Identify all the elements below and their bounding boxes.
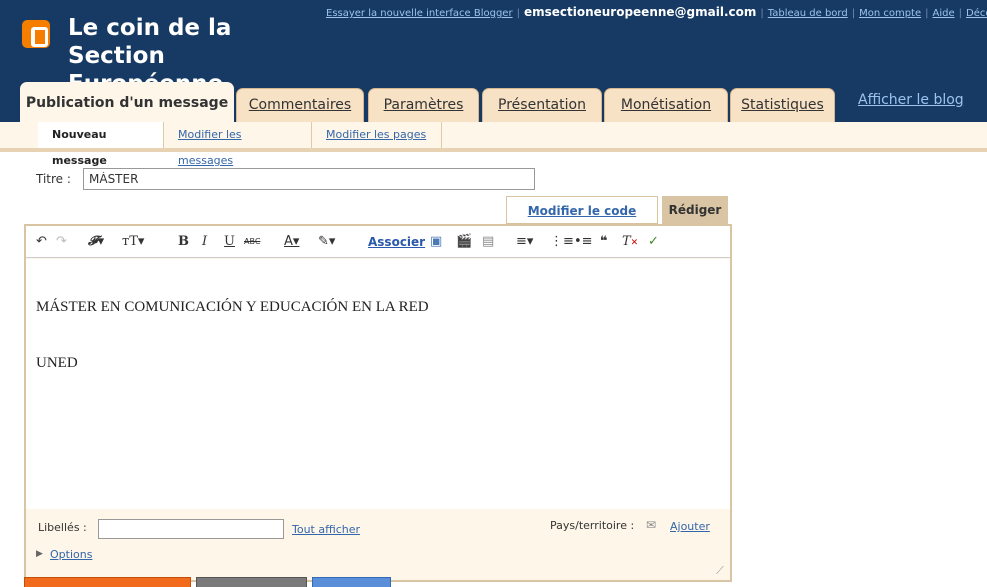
- preview-button[interactable]: [312, 577, 391, 587]
- separator: |: [851, 8, 856, 19]
- show-all-labels-link[interactable]: Tout afficher: [292, 523, 360, 536]
- spellcheck-icon[interactable]: ✓: [648, 232, 659, 252]
- separator: |: [760, 8, 764, 19]
- title-input[interactable]: [83, 168, 535, 190]
- image-icon[interactable]: ▣: [430, 232, 442, 252]
- top-navigation: Essayer la nouvelle interface Blogger | em…: [326, 5, 987, 19]
- italic-icon[interactable]: I: [202, 232, 207, 252]
- compose-tab[interactable]: Rédiger: [662, 196, 728, 224]
- jump-break-icon[interactable]: ▤: [482, 232, 494, 252]
- logout-link[interactable]: Décon: [966, 8, 987, 19]
- tab-monetize[interactable]: Monétisation: [604, 88, 728, 122]
- expand-arrow-icon[interactable]: ▶: [36, 549, 43, 559]
- text-color-icon[interactable]: A▾: [284, 232, 299, 252]
- tab-layout[interactable]: Présentation: [482, 88, 602, 122]
- video-icon[interactable]: 🎬: [456, 232, 472, 252]
- editor-body[interactable]: MÁSTER EN COMUNICACIÓN Y EDUCACIÓN EN LA…: [26, 259, 730, 509]
- separator: |: [516, 8, 520, 19]
- view-blog-link[interactable]: Afficher le blog: [858, 92, 964, 108]
- help-link[interactable]: Aide: [933, 8, 955, 19]
- blogger-logo-icon[interactable]: [22, 20, 50, 48]
- bold-icon[interactable]: B: [178, 232, 189, 252]
- subtab-edit-pages[interactable]: Modifier les pages: [312, 122, 442, 148]
- add-location-link[interactable]: Ajouter: [670, 520, 710, 533]
- font-icon[interactable]: 𝓕▾: [88, 232, 104, 252]
- underline-icon[interactable]: U: [224, 232, 235, 252]
- separator: |: [925, 8, 929, 19]
- clear-formatting-icon[interactable]: T✕: [622, 232, 638, 252]
- quote-icon[interactable]: ❝: [600, 232, 608, 252]
- subtabs: Nouveau message Modifier les messages Mo…: [0, 122, 987, 167]
- undo-icon[interactable]: ↶: [36, 232, 47, 252]
- link-button[interactable]: Associer: [368, 232, 425, 252]
- tab-posting[interactable]: Publication d'un message: [20, 82, 234, 122]
- user-email: emsectioneuropeenne@gmail.com: [523, 5, 757, 19]
- tab-settings[interactable]: Paramètres: [368, 88, 479, 122]
- post-editor: ↶ ↷ 𝓕▾ тT▾ B I U ABC A▾ ✎▾ Associer ▣ 🎬 …: [24, 224, 732, 582]
- align-icon[interactable]: ≡▾: [516, 232, 533, 252]
- country-label: Pays/territoire :: [550, 519, 635, 532]
- title-label: Titre :: [36, 172, 71, 186]
- font-size-icon[interactable]: тT▾: [122, 232, 144, 252]
- labels-input[interactable]: [98, 519, 284, 539]
- tab-stats[interactable]: Statistiques: [730, 88, 835, 122]
- location-icon: ✉: [646, 518, 657, 532]
- editor-toolbar: ↶ ↷ 𝓕▾ тT▾ B I U ABC A▾ ✎▾ Associer ▣ 🎬 …: [26, 226, 730, 258]
- dashboard-link[interactable]: Tableau de bord: [768, 8, 848, 19]
- main-tabs: Publication d'un message Commentaires Pa…: [0, 82, 987, 122]
- save-button[interactable]: [196, 577, 307, 587]
- resize-handle-icon[interactable]: ⟋: [716, 564, 724, 578]
- blogger-header: Le coin de la Section Européenne Essayer…: [0, 0, 987, 122]
- post-paragraph: MÁSTER EN COMUNICACIÓN Y EDUCACIÓN EN LA…: [36, 299, 429, 315]
- labels-label: Libellés :: [38, 521, 87, 534]
- publish-button[interactable]: [24, 577, 191, 587]
- try-new-interface-link[interactable]: Essayer la nouvelle interface Blogger: [326, 8, 513, 19]
- account-link[interactable]: Mon compte: [859, 8, 921, 19]
- highlight-icon[interactable]: ✎▾: [318, 232, 335, 252]
- numbered-list-icon[interactable]: ⋮≡: [550, 232, 574, 252]
- separator: |: [958, 8, 962, 19]
- subtab-new-post[interactable]: Nouveau message: [38, 122, 164, 167]
- subtab-edit-posts[interactable]: Modifier les messages: [164, 122, 312, 167]
- strikethrough-icon[interactable]: ABC: [244, 232, 260, 252]
- bullet-list-icon[interactable]: •≡: [574, 232, 593, 252]
- tab-comments[interactable]: Commentaires: [236, 88, 364, 122]
- redo-icon[interactable]: ↷: [56, 232, 67, 252]
- post-paragraph: UNED: [36, 355, 78, 371]
- options-link[interactable]: Options: [50, 548, 92, 561]
- edit-html-tab[interactable]: Modifier le code HTML: [506, 196, 658, 246]
